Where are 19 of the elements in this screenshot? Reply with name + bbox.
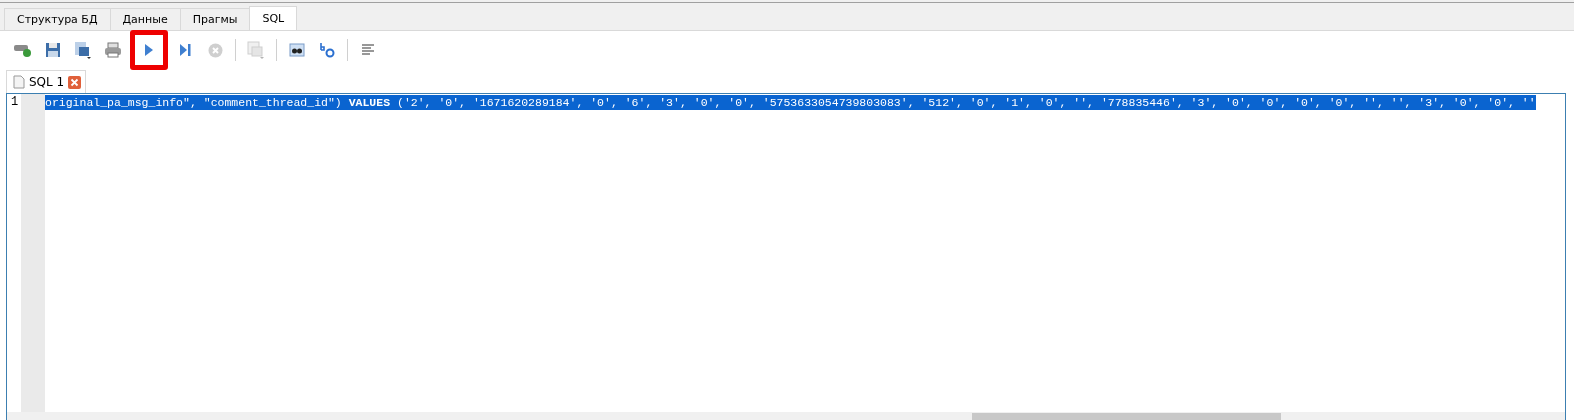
tab[interactable]: SQL: [249, 6, 298, 30]
table-export-icon: [247, 41, 265, 59]
tab[interactable]: Структура БД: [4, 8, 111, 30]
highlighted-toolbar-button[interactable]: [130, 30, 168, 70]
close-icon[interactable]: [68, 75, 82, 89]
save-as-icon: [74, 41, 92, 59]
align-left-icon: [361, 44, 375, 56]
editor-tab[interactable]: SQL 1: [6, 70, 87, 93]
stop-icon: [207, 42, 223, 58]
horizontal-scrollbar[interactable]: [7, 412, 1565, 420]
play-icon: [144, 43, 154, 57]
printer-icon: [104, 42, 122, 58]
line-number: 1: [10, 95, 20, 109]
editor-tab-label: SQL 1: [29, 75, 65, 89]
binoculars-icon: [289, 42, 305, 58]
sql-editor[interactable]: [6, 93, 1566, 420]
save-icon: [45, 42, 61, 58]
document-icon: [13, 75, 25, 89]
step-icon: [179, 43, 191, 57]
